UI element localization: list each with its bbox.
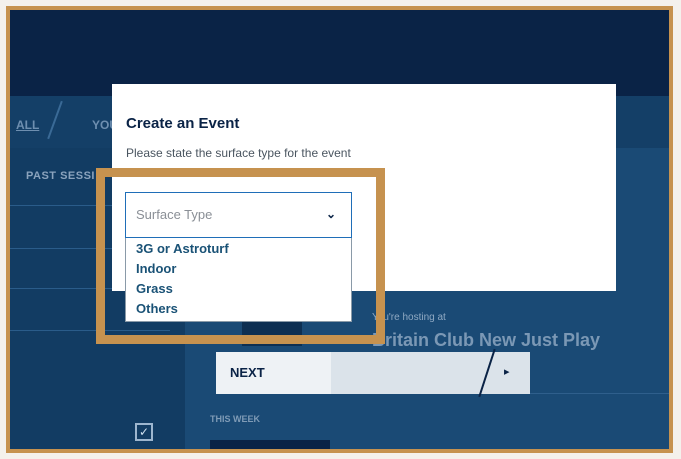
option-others[interactable]: Others: [136, 301, 178, 316]
arrow-right-icon: ▸: [504, 366, 510, 378]
past-sessions-label[interactable]: PAST SESSI: [26, 170, 95, 182]
next-divider: [478, 348, 496, 398]
this-week-label: THIS WEEK: [210, 414, 261, 424]
next-button[interactable]: NEXT ▸: [216, 348, 530, 398]
surface-type-options: 3G or Astroturf Indoor Grass Others: [125, 238, 352, 322]
option-3g-astroturf[interactable]: 3G or Astroturf: [136, 241, 229, 256]
club-name: Britain Club New Just Play: [372, 330, 601, 350]
right-edge-bar: [669, 272, 673, 453]
option-indoor[interactable]: Indoor: [136, 261, 176, 276]
modal-title: Create an Event: [126, 115, 240, 132]
surface-type-select[interactable]: Surface Type ⌄: [125, 192, 352, 238]
checkbox[interactable]: ✓: [135, 423, 153, 441]
modal-subtitle: Please state the surface type for the ev…: [126, 146, 351, 160]
option-grass[interactable]: Grass: [136, 281, 173, 296]
select-placeholder: Surface Type: [136, 207, 213, 222]
next-label: NEXT: [230, 365, 265, 380]
chevron-down-icon: ⌄: [326, 207, 337, 221]
tab-all[interactable]: ALL: [16, 118, 39, 132]
week-card[interactable]: [210, 440, 330, 449]
